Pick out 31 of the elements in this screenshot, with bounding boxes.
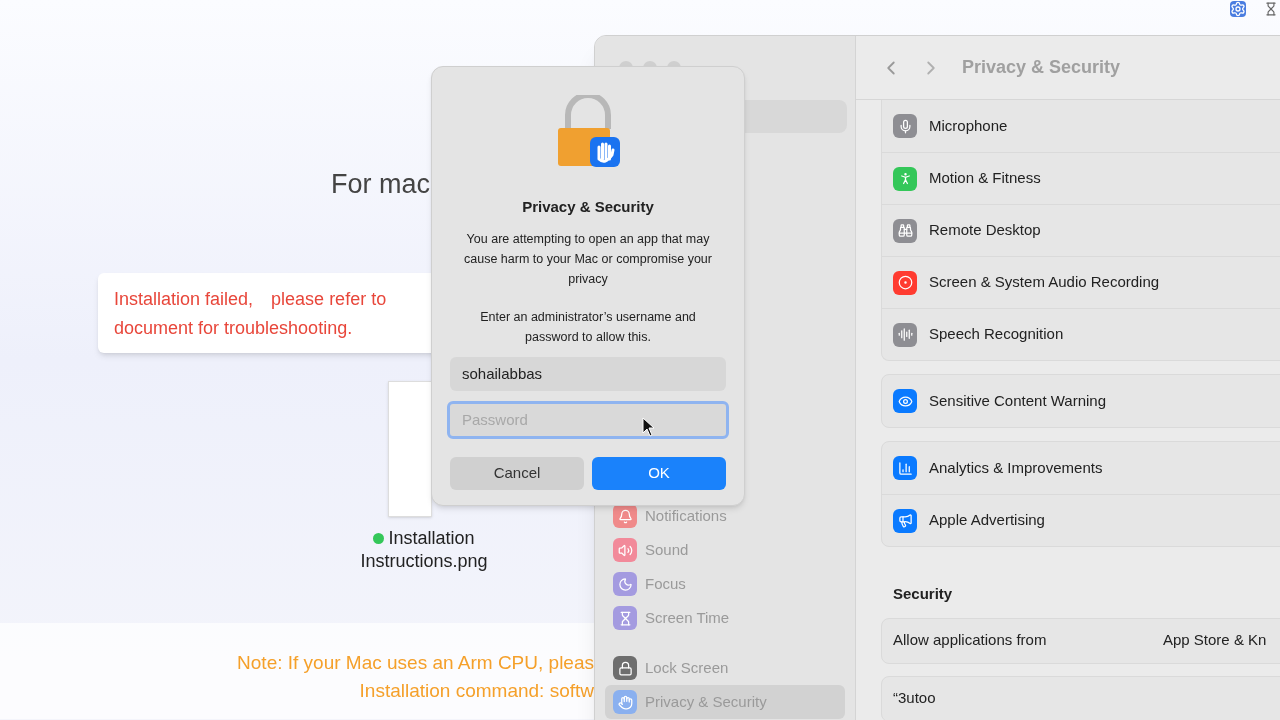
settings-row[interactable]: Apple Advertising — [882, 494, 1280, 546]
mouse-pointer-icon — [642, 417, 655, 437]
settings-row[interactable]: Allow applications from App Store & Kn — [881, 617, 1280, 664]
settings-row[interactable]: Sensitive Content Warning — [882, 375, 1280, 427]
row-value: App Store & Kn — [1163, 630, 1267, 651]
document-thumbnail[interactable] — [388, 380, 432, 517]
page-heading: For mac — [331, 168, 430, 201]
settings-row[interactable]: Screen & System Audio Recording — [882, 256, 1280, 308]
error-message: Installation failed, please refer to — [114, 287, 387, 311]
note-text: Note: If your Mac uses an Arm CPU, pleas — [237, 650, 594, 675]
dialog-prompt: Enter an administrator’s username and password to allow this. — [479, 308, 697, 346]
note-text: Installation command: softw — [359, 678, 594, 703]
dialog-message: You are attempting to open an app that may cause harm to your Mac or compromise your privacy — [463, 230, 713, 288]
settings-row[interactable]: Speech Recognition — [882, 308, 1280, 360]
error-message: document for troubleshooting. — [114, 316, 353, 340]
cancel-button[interactable]: Cancel — [450, 456, 584, 490]
settings-row[interactable]: Remote Desktop — [882, 204, 1280, 256]
file-name[interactable]: Installation — [388, 526, 475, 550]
settings-row[interactable]: Motion & Fitness — [882, 152, 1280, 204]
gear-icon[interactable] — [1230, 1, 1246, 17]
settings-row[interactable]: “3utoo — [881, 675, 1280, 720]
section-heading: Security — [893, 584, 954, 604]
lock-icon — [556, 95, 620, 169]
settings-row[interactable]: Analytics & Improvements — [882, 442, 1280, 494]
window-title: Privacy & Security — [962, 56, 1121, 79]
dialog-title: Privacy & Security — [522, 197, 654, 217]
hourglass-icon[interactable] — [1264, 1, 1278, 17]
settings-row[interactable]: Microphone — [882, 100, 1280, 152]
file-name[interactable]: Instructions.png — [360, 549, 488, 573]
ok-button[interactable]: OK — [592, 456, 726, 490]
username-field[interactable]: sohailabbas — [450, 356, 726, 391]
